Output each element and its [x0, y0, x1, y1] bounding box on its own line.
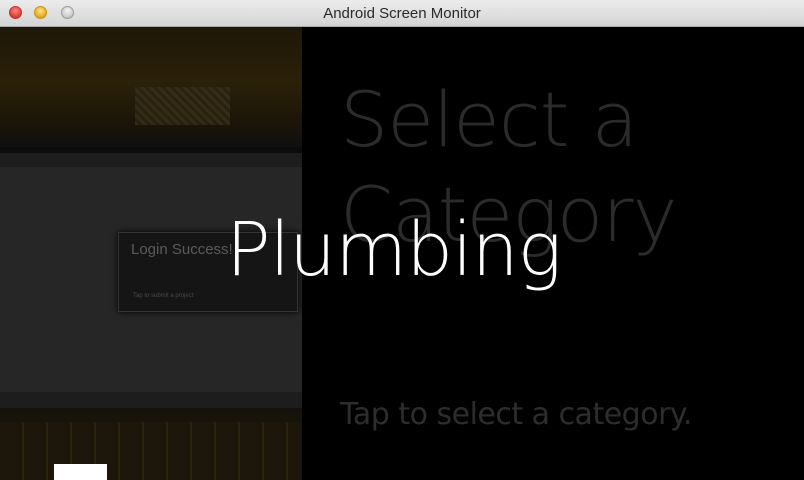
title-bar[interactable]: Android Screen Monitor	[0, 0, 804, 27]
device-screen[interactable]: Login Success! Tap to submit a project S…	[0, 27, 804, 480]
selected-category-label[interactable]: Plumbing	[226, 207, 562, 293]
window-title: Android Screen Monitor	[323, 5, 481, 22]
login-success-subtitle: Tap to submit a project	[133, 293, 194, 299]
laptop-keyboard	[0, 422, 302, 480]
select-category-hint: Tap to select a category.	[340, 397, 692, 432]
white-overlay-block	[54, 464, 107, 480]
rug-pattern	[135, 87, 230, 125]
app-window: Android Screen Monitor Login Success! Ta…	[0, 0, 804, 480]
login-success-title: Login Success!	[131, 241, 233, 258]
